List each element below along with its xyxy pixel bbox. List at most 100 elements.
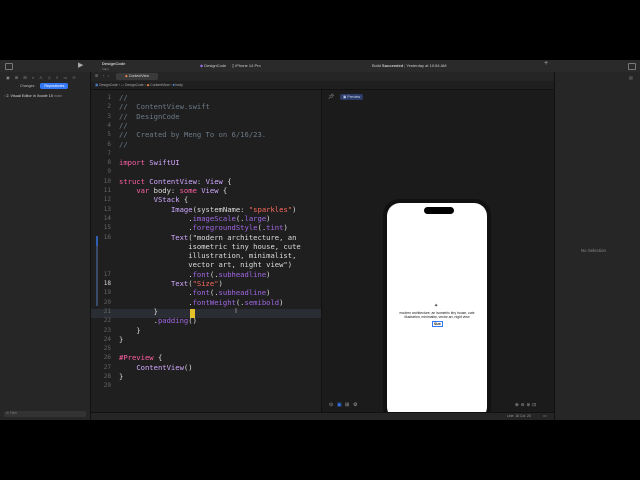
no-selection-label: No Selection [581, 248, 606, 253]
line-number: 21 [103, 307, 111, 315]
line-number: 5 [107, 131, 111, 139]
preview-text: modern architecture, an isometric tiny h… [399, 311, 475, 320]
grid-icon[interactable]: ⊞ [95, 73, 98, 78]
sparkles-icon: ✦ [434, 303, 439, 309]
line-number: 16 [103, 233, 111, 241]
repository-item[interactable]: › 2. Visual Editor in Xcode 15 main [4, 94, 62, 98]
code-line: } [119, 325, 141, 335]
device-settings-icon[interactable]: ⚙ [353, 402, 357, 408]
panel-toggle-icon[interactable]: ▭ [543, 413, 547, 418]
project-title: DesignCode [102, 61, 126, 66]
folder-icon: ▭ [120, 83, 125, 87]
code-line: Text("Size") [170, 279, 223, 288]
iphone-screen[interactable]: ✦ modern architecture, an isometric tiny… [387, 203, 487, 420]
line-number: 6 [107, 140, 111, 148]
tab-contentview[interactable]: ◆ ContentView [116, 73, 158, 80]
preview-icon: ▣ [343, 95, 347, 99]
line-number: 22 [103, 317, 111, 325]
add-icon[interactable]: + [544, 60, 548, 67]
project-icon: ▣ [95, 83, 99, 87]
swift-file-icon: ◆ [124, 74, 128, 78]
selectable-mode-icon[interactable]: ▣ [337, 402, 342, 408]
line-number: 11 [103, 187, 111, 194]
line-number: 20 [103, 298, 111, 306]
line-number: 1 [107, 94, 111, 101]
run-icon[interactable]: ▶ [78, 61, 83, 69]
line-number: 25 [103, 345, 111, 353]
variants-icon[interactable]: ⊞ [345, 402, 349, 408]
code-line: vector art, night view") [119, 260, 293, 270]
text-cursor-icon: I [235, 308, 237, 315]
code-line: ContentView() [136, 362, 193, 372]
pin-icon[interactable]: 📌︎ [328, 94, 334, 100]
code-line: illustration, minimalist, [119, 251, 297, 261]
line-number: 15 [103, 224, 111, 232]
line-number: 12 [103, 196, 111, 204]
line-number: 2 [107, 103, 111, 111]
code-line: .font(.subheadline) [119, 288, 271, 298]
insertion-cursor [190, 309, 195, 318]
line-number: 7 [107, 149, 111, 157]
code-line: } [119, 306, 158, 316]
line-number: 27 [103, 363, 111, 371]
code-line: // [119, 139, 128, 149]
code-line: import SwiftUI [119, 158, 180, 168]
play-icon[interactable]: ⊙ [329, 402, 333, 408]
navigator: ▣ ⊠ ⊞ ⌕ ⚠ ◇ ≡ ▭ ⊙ Changes Repositories ›… [0, 72, 91, 420]
code-line: // [119, 120, 128, 130]
filter-field[interactable]: ⊜ Filter [4, 411, 86, 417]
back-icon[interactable]: ‹ [103, 73, 104, 78]
line-number: 9 [107, 168, 111, 176]
code-line: } [119, 334, 124, 344]
code-line: VStack { [153, 195, 189, 205]
code-line: // [119, 93, 128, 102]
code-line: struct ContentView: View { [119, 176, 232, 186]
segment-control: Changes Repositories [16, 83, 69, 89]
xcode-window: ▶ DesignCode main ◆ DesignCode ▯ iPhone … [0, 60, 640, 420]
inspector-icon[interactable]: ▤ [629, 75, 633, 80]
jump-bar: ▣ DesignCode › ▭ DesignCode › ◆ ContentV… [91, 81, 554, 90]
filter-icon: ⊜ [6, 411, 9, 415]
line-number: 4 [107, 121, 111, 129]
code-line: .foregroundStyle(.tint) [119, 223, 288, 233]
code-line: } [119, 372, 124, 381]
cursor-position: Line: 18 Col: 20 [507, 414, 531, 418]
line-number: 26 [103, 354, 111, 362]
code-line: Text("modern architecture, an [170, 232, 297, 242]
line-number: 19 [103, 289, 111, 297]
sidebar-toggle-icon[interactable] [5, 63, 13, 70]
line-number: 24 [103, 335, 111, 343]
branch-label: main [102, 67, 109, 71]
navigator-tabs[interactable]: ▣ ⊠ ⊞ ⌕ ⚠ ◇ ≡ ▭ ⊙ [6, 75, 78, 80]
code-line: isometric tiny house, cute [119, 241, 301, 251]
code-line: #Preview { [119, 353, 163, 363]
inspector-toggle-icon[interactable] [628, 63, 636, 70]
preview-size-text: Size [432, 321, 443, 327]
code-line: .padding() [119, 316, 197, 326]
device-selector[interactable]: ▯ iPhone 14 Pro [232, 63, 261, 68]
line-number: 10 [103, 177, 111, 185]
line-number: 14 [103, 214, 111, 222]
segment-repositories[interactable]: Repositories [40, 83, 69, 89]
forward-icon[interactable]: › [108, 73, 109, 78]
line-number: 13 [103, 205, 111, 213]
status-bar: Line: 18 Col: 20 ▭ [91, 412, 554, 420]
scheme-selector[interactable]: ◆ DesignCode [200, 63, 226, 68]
code-line: // ContentView.swift [119, 102, 210, 112]
preview-button[interactable]: ▣ Preview [340, 94, 364, 100]
build-status: Build Succeeded | Yesterday at 10:54 AM [372, 63, 447, 68]
swift-file-icon: ◆ [146, 83, 150, 87]
code-line: var body: some View { [136, 186, 228, 195]
line-number: 17 [103, 270, 111, 278]
code-line: .fontWeight(.semibold) [119, 297, 284, 307]
code-editor[interactable]: 1 // 2 // ContentView.swift 3 // DesignCode 4 /… [91, 90, 321, 412]
segment-changes[interactable]: Changes [16, 83, 38, 89]
code-line: .imageScale(.large) [119, 213, 271, 223]
line-number: 29 [103, 382, 111, 390]
jump-bar-path[interactable]: ▣ DesignCode › ▭ DesignCode › ◆ ContentV… [95, 83, 183, 87]
dynamic-island [424, 207, 454, 214]
line-number: 18 [103, 280, 111, 287]
inspector: ▤ No Selection [554, 72, 640, 420]
zoom-controls[interactable]: ⊕⊖⊜⊡ [515, 402, 538, 408]
line-number: 23 [103, 326, 111, 334]
